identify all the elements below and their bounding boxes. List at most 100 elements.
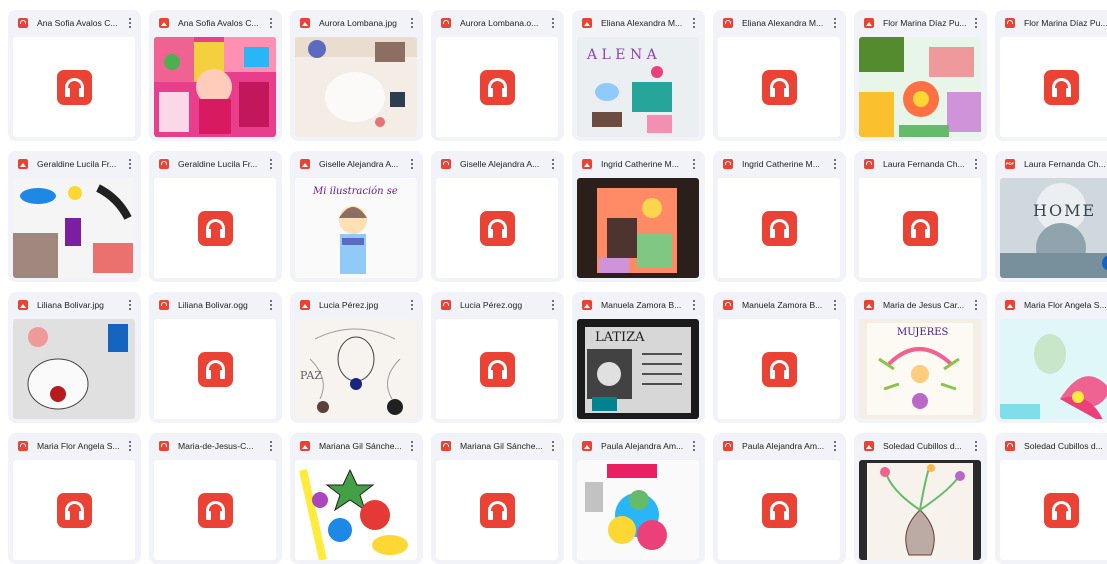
more-actions-icon[interactable] xyxy=(546,295,560,315)
file-card[interactable]: Aurora Lombana.o... xyxy=(431,10,564,141)
file-thumbnail[interactable]: A L E N A xyxy=(577,37,699,137)
file-card[interactable]: Ingrid Catherine M... xyxy=(713,151,846,282)
more-actions-icon[interactable] xyxy=(828,295,842,315)
file-thumbnail[interactable] xyxy=(154,178,276,278)
more-actions-icon[interactable] xyxy=(405,154,419,174)
file-card[interactable]: Geraldine Lucila Fr... xyxy=(149,151,282,282)
image-file-icon xyxy=(18,159,28,169)
more-actions-icon[interactable] xyxy=(264,436,278,456)
file-card[interactable]: Maria de Jesus Car... MUJERES xyxy=(854,292,987,423)
image-file-icon xyxy=(582,441,592,451)
more-actions-icon[interactable] xyxy=(969,436,983,456)
file-card-header: Laura Fernanda Ch... xyxy=(995,151,1107,177)
file-thumbnail[interactable]: MUJERES xyxy=(859,319,981,419)
file-card[interactable]: Soledad Cubillos d... xyxy=(995,433,1107,564)
file-thumbnail[interactable] xyxy=(718,37,840,137)
more-actions-icon[interactable] xyxy=(969,295,983,315)
file-thumbnail[interactable] xyxy=(1000,37,1107,137)
file-card[interactable]: Liliana Bolivar.ogg xyxy=(149,292,282,423)
more-actions-icon[interactable] xyxy=(123,13,137,33)
image-file-icon xyxy=(864,18,874,28)
more-actions-icon[interactable] xyxy=(546,436,560,456)
more-actions-icon[interactable] xyxy=(264,13,278,33)
more-actions-icon[interactable] xyxy=(687,154,701,174)
file-card[interactable]: Maria-de-Jesus-C... xyxy=(149,433,282,564)
more-actions-icon[interactable] xyxy=(264,295,278,315)
file-thumbnail[interactable] xyxy=(718,178,840,278)
file-thumbnail[interactable] xyxy=(13,178,135,278)
file-thumbnail[interactable] xyxy=(154,460,276,560)
file-card[interactable]: Aurora Lombana.jpg xyxy=(290,10,423,141)
more-actions-icon[interactable] xyxy=(546,13,560,33)
file-thumbnail[interactable] xyxy=(154,37,276,137)
file-card[interactable]: Liliana Bolivar.jpg xyxy=(8,292,141,423)
more-actions-icon[interactable] xyxy=(123,154,137,174)
more-actions-icon[interactable] xyxy=(546,154,560,174)
file-thumbnail[interactable] xyxy=(859,37,981,137)
file-thumbnail[interactable] xyxy=(859,460,981,560)
more-actions-icon[interactable] xyxy=(828,154,842,174)
file-card[interactable]: Geraldine Lucila Fr... xyxy=(8,151,141,282)
file-thumbnail[interactable] xyxy=(577,460,699,560)
file-card[interactable]: Ingrid Catherine M... xyxy=(572,151,705,282)
file-card[interactable]: Maria Flor Angela S... xyxy=(8,433,141,564)
file-card[interactable]: Laura Fernanda Ch... xyxy=(854,151,987,282)
file-card[interactable]: Giselle Alejandra A... xyxy=(431,151,564,282)
more-actions-icon[interactable] xyxy=(405,436,419,456)
more-actions-icon[interactable] xyxy=(405,295,419,315)
more-actions-icon[interactable] xyxy=(123,436,137,456)
file-card[interactable]: Flor Marina Díaz Pu... xyxy=(854,10,987,141)
file-card[interactable]: Ana Sofia Avalos C... xyxy=(8,10,141,141)
file-card[interactable]: Giselle Alejandra A... Mi ilustración se xyxy=(290,151,423,282)
more-actions-icon[interactable] xyxy=(969,13,983,33)
file-thumbnail[interactable] xyxy=(718,460,840,560)
file-card-header: Giselle Alejandra A... xyxy=(431,151,564,177)
file-card[interactable]: Soledad Cubillos d... xyxy=(854,433,987,564)
file-thumbnail[interactable]: LATIZA xyxy=(577,319,699,419)
more-actions-icon[interactable] xyxy=(123,295,137,315)
more-actions-icon[interactable] xyxy=(405,13,419,33)
more-actions-icon[interactable] xyxy=(687,436,701,456)
file-card-header: Geraldine Lucila Fr... xyxy=(149,151,282,177)
file-thumbnail[interactable] xyxy=(577,178,699,278)
file-thumbnail[interactable]: HOME xyxy=(1000,178,1107,278)
file-thumbnail[interactable] xyxy=(718,319,840,419)
file-thumbnail[interactable] xyxy=(13,37,135,137)
file-card[interactable]: Paula Alejandra Am... xyxy=(713,433,846,564)
file-thumbnail[interactable] xyxy=(13,319,135,419)
file-thumbnail[interactable] xyxy=(154,319,276,419)
more-actions-icon[interactable] xyxy=(264,154,278,174)
headphones-icon xyxy=(56,492,92,528)
file-thumbnail[interactable] xyxy=(859,178,981,278)
file-card[interactable]: Lucia Pérez.ogg xyxy=(431,292,564,423)
file-card[interactable]: Eliana Alexandra M... A L E N A xyxy=(572,10,705,141)
file-thumbnail[interactable] xyxy=(295,460,417,560)
file-thumbnail[interactable] xyxy=(1000,319,1107,419)
file-card[interactable]: Flor Marina Díaz Pu... xyxy=(995,10,1107,141)
file-card[interactable]: Maria Flor Angela S... xyxy=(995,292,1107,423)
file-thumbnail[interactable] xyxy=(1000,460,1107,560)
file-card[interactable]: Mariana Gil Sánche... xyxy=(431,433,564,564)
file-card[interactable]: Manuela Zamora B... LATIZA xyxy=(572,292,705,423)
more-actions-icon[interactable] xyxy=(828,436,842,456)
file-thumbnail[interactable]: PAZ xyxy=(295,319,417,419)
file-thumbnail[interactable] xyxy=(436,460,558,560)
file-thumbnail[interactable] xyxy=(436,178,558,278)
file-card[interactable]: Ana Sofia Avalos C... xyxy=(149,10,282,141)
file-thumbnail[interactable] xyxy=(436,319,558,419)
file-thumbnail[interactable]: Mi ilustración se xyxy=(295,178,417,278)
file-name: Flor Marina Díaz Pu... xyxy=(1024,18,1107,28)
more-actions-icon[interactable] xyxy=(969,154,983,174)
file-card[interactable]: Laura Fernanda Ch... HOME xyxy=(995,151,1107,282)
file-card[interactable]: Lucia Pérez.jpg PAZ xyxy=(290,292,423,423)
more-actions-icon[interactable] xyxy=(687,13,701,33)
file-thumbnail[interactable] xyxy=(295,37,417,137)
file-card[interactable]: Paula Alejandra Am... xyxy=(572,433,705,564)
file-thumbnail[interactable] xyxy=(13,460,135,560)
more-actions-icon[interactable] xyxy=(687,295,701,315)
file-thumbnail[interactable] xyxy=(436,37,558,137)
file-card[interactable]: Eliana Alexandra M... xyxy=(713,10,846,141)
file-card[interactable]: Mariana Gil Sánche... xyxy=(290,433,423,564)
file-card[interactable]: Manuela Zamora B... xyxy=(713,292,846,423)
more-actions-icon[interactable] xyxy=(828,13,842,33)
